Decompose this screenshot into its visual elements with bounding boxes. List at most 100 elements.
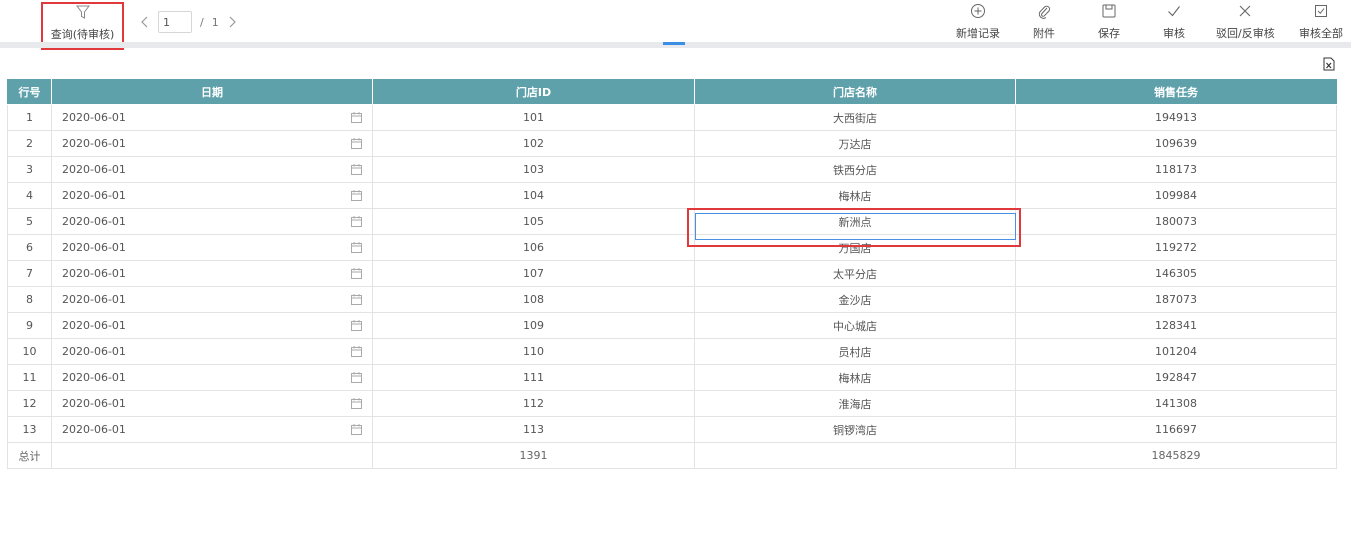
calendar-icon[interactable] [351,398,362,409]
sales-target-cell[interactable]: 180073 [1015,208,1337,235]
calendar-icon[interactable] [351,216,362,227]
table-row[interactable]: 10 2020-06-01 110 员村店 101204 [7,338,1337,365]
pager: / 1 [140,10,237,34]
store-id-cell[interactable]: 108 [372,286,695,313]
store-name-cell[interactable]: 梅林店 [694,364,1016,391]
store-id-cell[interactable]: 103 [372,156,695,183]
store-name-cell[interactable]: 太平分店 [694,260,1016,287]
store-id-cell[interactable]: 101 [372,104,695,131]
sales-target-cell[interactable]: 119272 [1015,234,1337,261]
attachment-button[interactable]: 附件 [1033,3,1055,41]
date-cell[interactable]: 2020-06-01 [51,286,373,313]
date-cell[interactable]: 2020-06-01 [51,104,373,131]
store-name-cell[interactable]: 员村店 [694,338,1016,365]
date-cell[interactable]: 2020-06-01 [51,312,373,339]
store-id-cell[interactable]: 104 [372,182,695,209]
date-value: 2020-06-01 [62,137,126,150]
calendar-icon[interactable] [351,294,362,305]
sales-target-cell[interactable]: 118173 [1015,156,1337,183]
table-row[interactable]: 11 2020-06-01 111 梅林店 192847 [7,364,1337,391]
sales-target-cell[interactable]: 146305 [1015,260,1337,287]
date-cell[interactable]: 2020-06-01 [51,234,373,261]
sales-target-cell[interactable]: 116697 [1015,416,1337,443]
reject-unapprove-button[interactable]: 驳回/反审核 [1216,3,1275,41]
date-cell[interactable]: 2020-06-01 [51,182,373,209]
store-id-cell[interactable]: 110 [372,338,695,365]
calendar-icon[interactable] [351,320,362,331]
store-id-cell[interactable]: 102 [372,130,695,157]
store-name-cell[interactable]: 中心城店 [694,312,1016,339]
store-id-cell[interactable]: 112 [372,390,695,417]
add-record-button[interactable]: 新增记录 [956,3,1000,41]
export-excel-icon[interactable] [1323,57,1335,71]
calendar-icon[interactable] [351,242,362,253]
header-store-id[interactable]: 门店ID [372,79,695,105]
date-cell[interactable]: 2020-06-01 [51,260,373,287]
table-row[interactable]: 7 2020-06-01 107 太平分店 146305 [7,260,1337,287]
store-id-cell[interactable]: 106 [372,234,695,261]
store-name-cell[interactable]: 万达店 [694,130,1016,157]
sales-target-cell[interactable]: 128341 [1015,312,1337,339]
calendar-icon[interactable] [351,346,362,357]
save-label: 保存 [1098,27,1120,40]
sales-target-cell[interactable]: 192847 [1015,364,1337,391]
sales-target-cell[interactable]: 187073 [1015,286,1337,313]
row-number: 9 [7,312,52,339]
table-row[interactable]: 3 2020-06-01 103 铁西分店 118173 [7,156,1337,183]
calendar-icon[interactable] [351,190,362,201]
calendar-icon[interactable] [351,372,362,383]
calendar-icon[interactable] [351,424,362,435]
chevron-left-icon[interactable] [140,15,150,29]
store-name-cell[interactable]: 铁西分店 [694,156,1016,183]
date-cell[interactable]: 2020-06-01 [51,390,373,417]
sales-target-cell[interactable]: 141308 [1015,390,1337,417]
approve-all-button[interactable]: 审核全部 [1299,3,1343,41]
store-id-cell[interactable]: 113 [372,416,695,443]
table-row[interactable]: 2 2020-06-01 102 万达店 109639 [7,130,1337,157]
date-cell[interactable]: 2020-06-01 [51,156,373,183]
table-row[interactable]: 13 2020-06-01 113 铜锣湾店 116697 [7,416,1337,443]
sales-target-cell[interactable]: 109639 [1015,130,1337,157]
date-cell[interactable]: 2020-06-01 [51,416,373,443]
date-cell[interactable]: 2020-06-01 [51,338,373,365]
store-name-cell[interactable]: 大西街店 [694,104,1016,131]
chevron-right-icon[interactable] [227,15,237,29]
store-name-cell[interactable]: 新洲点 [694,208,1016,235]
store-id-cell[interactable]: 111 [372,364,695,391]
store-name-cell[interactable]: 铜锣湾店 [694,416,1016,443]
approve-all-label: 审核全部 [1299,27,1343,40]
calendar-icon[interactable] [351,112,362,123]
store-name-cell[interactable]: 金沙店 [694,286,1016,313]
calendar-icon[interactable] [351,268,362,279]
table-row[interactable]: 4 2020-06-01 104 梅林店 109984 [7,182,1337,209]
store-name-cell[interactable]: 万国店 [694,234,1016,261]
table-row[interactable]: 5 2020-06-01 105 新洲点 180073 [7,208,1337,235]
calendar-icon[interactable] [351,164,362,175]
table-row[interactable]: 8 2020-06-01 108 金沙店 187073 [7,286,1337,313]
date-value: 2020-06-01 [62,371,126,384]
date-cell[interactable]: 2020-06-01 [51,364,373,391]
table-row[interactable]: 1 2020-06-01 101 大西街店 194913 [7,104,1337,131]
table-row[interactable]: 6 2020-06-01 106 万国店 119272 [7,234,1337,261]
sales-target-cell[interactable]: 109984 [1015,182,1337,209]
date-value: 2020-06-01 [62,319,126,332]
store-id-cell[interactable]: 107 [372,260,695,287]
header-row-number[interactable]: 行号 [7,79,52,105]
date-cell[interactable]: 2020-06-01 [51,130,373,157]
store-name-cell[interactable]: 梅林店 [694,182,1016,209]
store-id-cell[interactable]: 105 [372,208,695,235]
store-name-cell[interactable]: 淮海店 [694,390,1016,417]
header-sales-target[interactable]: 销售任务 [1015,79,1337,105]
page-number-input[interactable] [158,11,192,33]
header-store-name[interactable]: 门店名称 [694,79,1016,105]
table-row[interactable]: 12 2020-06-01 112 淮海店 141308 [7,390,1337,417]
date-cell[interactable]: 2020-06-01 [51,208,373,235]
save-button[interactable]: 保存 [1098,3,1120,41]
calendar-icon[interactable] [351,138,362,149]
header-date[interactable]: 日期 [51,79,373,105]
store-id-cell[interactable]: 109 [372,312,695,339]
approve-button[interactable]: 审核 [1163,3,1185,41]
table-row[interactable]: 9 2020-06-01 109 中心城店 128341 [7,312,1337,339]
sales-target-cell[interactable]: 194913 [1015,104,1337,131]
sales-target-cell[interactable]: 101204 [1015,338,1337,365]
